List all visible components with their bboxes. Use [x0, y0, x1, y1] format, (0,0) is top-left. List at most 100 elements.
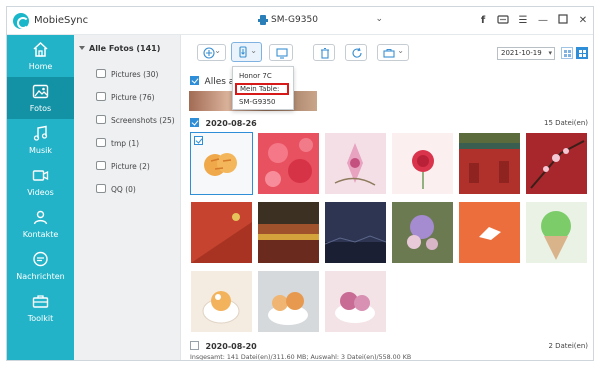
section-count: 2 Datei(en) — [548, 342, 588, 350]
facebook-icon[interactable]: f — [477, 14, 489, 28]
tree-item[interactable]: Picture (2) — [96, 161, 150, 173]
video-icon — [32, 170, 49, 181]
messages-icon — [33, 251, 48, 267]
toolkit-icon — [32, 295, 49, 308]
close-icon[interactable]: ✕ — [577, 14, 589, 28]
photo-thumbnail[interactable] — [258, 271, 319, 332]
chevron-down-icon: ⌄ — [214, 46, 221, 55]
dropdown-item-honor-7c[interactable]: Honor 7C — [233, 70, 293, 82]
maximize-icon[interactable] — [557, 14, 569, 28]
photo-image — [191, 202, 252, 263]
sidebar-item-nachrichten[interactable]: Nachrichten — [7, 245, 74, 287]
sidebar-item-label: Home — [28, 62, 53, 71]
sidebar-item-label: Kontakte — [22, 230, 59, 239]
tree-item[interactable]: Screenshots (25) — [96, 115, 175, 127]
photo-thumbnail[interactable] — [190, 132, 253, 195]
toolbox-button[interactable]: ⌄ — [377, 44, 409, 61]
photo-thumbnail[interactable] — [526, 202, 587, 263]
date-select[interactable]: 2021-10-19 ▾ — [497, 47, 555, 60]
tree-item[interactable]: Picture (76) — [96, 92, 155, 104]
app-logo-icon — [13, 13, 29, 29]
dropdown-item-sm-g9350[interactable]: SM-G9350 — [233, 96, 293, 108]
photo-image — [325, 133, 386, 194]
refresh-button[interactable] — [345, 44, 367, 61]
folder-image-icon — [96, 138, 106, 147]
photo-thumbnail[interactable] — [191, 271, 252, 332]
select-all-checkbox[interactable] — [190, 76, 199, 85]
select-all-label: Alles a — [204, 77, 235, 87]
export-to-pc-button[interactable] — [269, 44, 293, 61]
status-bar: Insgesamt: 141 Datei(en)/311.60 MB; Ausw… — [190, 354, 412, 361]
photo-thumbnail[interactable] — [325, 271, 386, 332]
photo-image — [392, 133, 453, 194]
tree-item-label: Picture (76) — [111, 93, 155, 102]
photo-thumbnail[interactable] — [459, 133, 520, 194]
menu-icon[interactable]: ☰ — [517, 14, 529, 28]
photo-thumbnail[interactable] — [191, 202, 252, 263]
grid-view-button[interactable] — [576, 47, 588, 59]
photo-image — [526, 202, 587, 263]
chat-icon[interactable] — [497, 14, 509, 28]
photo-image — [258, 202, 319, 263]
sidebar-item-home[interactable]: Home — [7, 35, 74, 77]
minimize-icon[interactable]: — — [537, 14, 549, 28]
tree-item-label: Pictures (30) — [111, 70, 159, 79]
photo-thumbnail[interactable] — [258, 133, 319, 194]
tree-item-label: Picture (2) — [111, 162, 150, 171]
folder-image-icon — [96, 115, 106, 124]
export-to-device-button[interactable]: ⌄ — [231, 42, 262, 62]
toolbar: ⌄ ⌄ ⌄ 2021-10-19 ▾ — [181, 35, 593, 65]
app-name: MobieSync — [34, 15, 89, 26]
tree-item[interactable]: QQ (0) — [96, 184, 136, 196]
delete-button[interactable] — [313, 44, 335, 61]
contacts-icon — [33, 210, 48, 225]
title-bar: MobieSync SM-G9350 ⌄ f ☰ — ✕ — [7, 7, 593, 35]
photo-thumbnail[interactable] — [392, 202, 453, 263]
caret-down-icon: ▾ — [548, 49, 552, 57]
photo-image — [459, 133, 520, 194]
chevron-down-icon: ⌄ — [397, 46, 404, 55]
tree-item-label: QQ (0) — [111, 185, 136, 194]
sidebar-item-label: Videos — [27, 188, 54, 197]
select-all[interactable]: Alles a — [190, 76, 234, 88]
thumb-checkbox[interactable] — [194, 136, 203, 145]
list-view-button[interactable] — [561, 47, 573, 59]
device-selector[interactable]: SM-G9350 ⌄ — [257, 13, 387, 29]
date-section-header: 2020-08-20 2 Datei(en) — [190, 341, 588, 353]
photo-thumbnail[interactable] — [258, 202, 319, 263]
photo-image — [526, 133, 587, 194]
sidebar-item-videos[interactable]: Videos — [7, 161, 74, 203]
export-device-dropdown: Honor 7C Mein Table: SM-G9350 — [232, 66, 294, 110]
dropdown-item-mein-table[interactable]: Mein Table: — [235, 83, 289, 95]
photo-thumbnail[interactable] — [459, 202, 520, 263]
photo-thumbnail[interactable] — [392, 133, 453, 194]
photo-thumbnail[interactable] — [526, 133, 587, 194]
add-button[interactable]: ⌄ — [197, 44, 226, 61]
folder-image-icon — [96, 161, 106, 170]
photo-thumbnail[interactable] — [325, 133, 386, 194]
tree-root-all-photos[interactable]: Alle Fotos (141) — [79, 44, 160, 53]
tree-item[interactable]: Pictures (30) — [96, 69, 158, 81]
photo-image — [459, 202, 520, 263]
section-checkbox[interactable] — [190, 341, 199, 350]
app-window: MobieSync SM-G9350 ⌄ f ☰ — ✕ Home Fotos … — [6, 6, 594, 361]
sidebar-item-fotos[interactable]: Fotos — [7, 77, 74, 119]
chevron-down-icon: ⌄ — [250, 46, 257, 55]
tree-item[interactable]: tmp (1) — [96, 138, 139, 150]
tree-item-label: Screenshots (25) — [111, 116, 175, 125]
toolbox-icon — [383, 49, 395, 58]
photo-thumbnail[interactable] — [325, 202, 386, 263]
date-section-header: 2020-08-26 15 Datei(en) — [190, 118, 588, 130]
sidebar-item-kontakte[interactable]: Kontakte — [7, 203, 74, 245]
phone-icon — [258, 15, 268, 25]
photo-image — [191, 271, 252, 332]
date-select-value: 2021-10-19 — [501, 49, 542, 57]
device-name: SM-G9350 — [271, 15, 318, 25]
section-date: 2020-08-20 — [205, 342, 257, 351]
sidebar-item-toolkit[interactable]: Toolkit — [7, 287, 74, 329]
sidebar-item-musik[interactable]: Musik — [7, 119, 74, 161]
photo-image — [258, 133, 319, 194]
section-checkbox[interactable] — [190, 118, 199, 127]
plus-circle-icon — [203, 47, 215, 59]
export-pc-icon — [276, 48, 288, 59]
